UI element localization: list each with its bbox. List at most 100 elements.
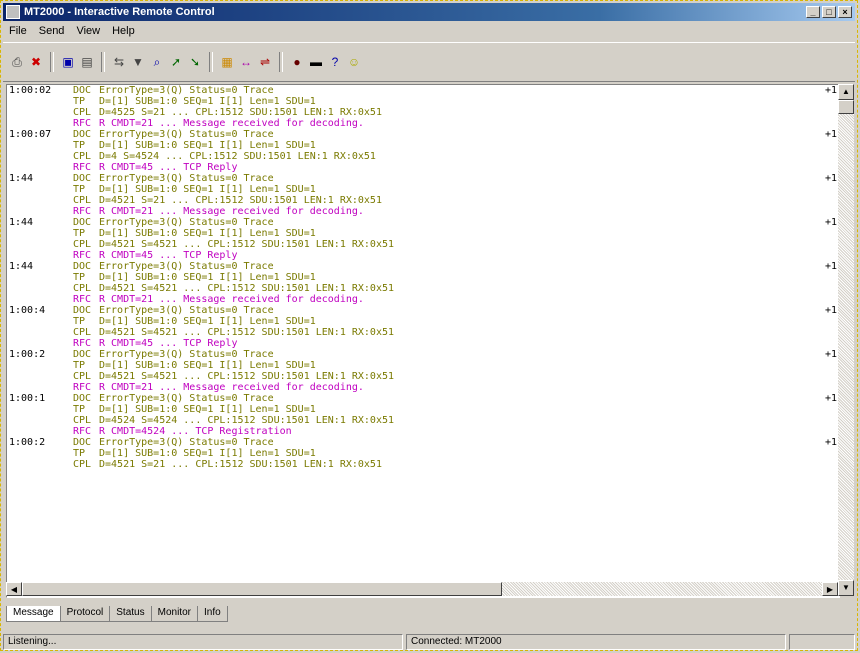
log-time: 1:00:2 xyxy=(9,437,46,448)
table-row[interactable]: CPL D=4 S=4524 ... CPL:1512 SDU:1501 LEN:… xyxy=(7,151,839,162)
table-row[interactable]: CPL D=4521 S=4521 ... CPL:1512 SDU:1501 L… xyxy=(7,283,839,294)
table-row[interactable]: CPL D=4521 S=21 ... CPL:1512 SDU:1501 LEN… xyxy=(7,459,839,470)
table-row[interactable]: CPL D=4521 S=4521 ... CPL:1512 SDU:1501 L… xyxy=(7,327,839,338)
table-row[interactable]: TP D=[1] SUB=1:0 SEQ=1 I[1] Len=1 SDU=1 xyxy=(7,184,839,195)
log-type: CPL xyxy=(73,107,92,118)
scroll-thumb[interactable] xyxy=(838,100,854,114)
log-type: CPL xyxy=(73,239,92,250)
log-message: ErrorType=3(Q) Status=0 Trace xyxy=(99,437,274,448)
about-icon[interactable]: ☺ xyxy=(346,54,362,70)
print-icon[interactable]: ⎙ xyxy=(9,54,25,70)
log-message: ErrorType=3(Q) Status=0 Trace xyxy=(99,129,274,140)
send-icon[interactable]: ➚ xyxy=(168,54,184,70)
log-view[interactable]: 1:00:02 DOC ErrorType=3(Q) Status=0 Trace +… xyxy=(6,84,840,598)
menu-file[interactable]: File xyxy=(3,25,33,37)
table-row[interactable]: RFC R CMDT=45 ... TCP Reply xyxy=(7,338,839,349)
log-type: TP xyxy=(73,404,86,415)
log-message: R CMDT=4524 ... TCP Registration xyxy=(99,426,292,437)
open-icon[interactable]: ▤ xyxy=(79,54,95,70)
table-row[interactable]: CPL D=4524 S=4524 ... CPL:1512 SDU:1501 L… xyxy=(7,415,839,426)
menu-help[interactable]: Help xyxy=(106,25,141,37)
table-row[interactable]: TP D=[1] SUB=1:0 SEQ=1 I[1] Len=1 SDU=1 xyxy=(7,228,839,239)
maximize-button[interactable]: □ xyxy=(822,6,836,18)
table-row[interactable]: 1:44 DOC ErrorType=3(Q) Status=0 Trace +1 xyxy=(7,173,839,184)
table-row[interactable]: 1:44 DOC ErrorType=3(Q) Status=0 Trace +1 xyxy=(7,217,839,228)
table-row[interactable]: TP D=[1] SUB=1:0 SEQ=1 I[1] Len=1 SDU=1 xyxy=(7,448,839,459)
record-icon[interactable]: ● xyxy=(289,54,305,70)
table-row[interactable]: CPL D=4525 S=21 ... CPL:1512 SDU:1501 LEN… xyxy=(7,107,839,118)
log-time: 1:00:02 xyxy=(9,85,52,96)
table-row[interactable]: RFC R CMDT=21 ... Message received for de… xyxy=(7,382,839,393)
table-row[interactable]: 1:00:07 DOC ErrorType=3(Q) Status=0 Trace +… xyxy=(7,129,839,140)
table-row[interactable]: CPL D=4521 S=4521 ... CPL:1512 SDU:1501 L… xyxy=(7,239,839,250)
log-type: TP xyxy=(73,228,86,239)
table-row[interactable]: RFC R CMDT=45 ... TCP Reply xyxy=(7,250,839,261)
clear-icon[interactable]: ✖ xyxy=(28,54,44,70)
menu-bar: File Send View Help xyxy=(3,22,855,40)
table-row[interactable]: 1:00:2 DOC ErrorType=3(Q) Status=0 Trace +1 xyxy=(7,349,839,360)
horizontal-scroll-thumb[interactable] xyxy=(22,582,502,596)
table-row[interactable]: TP D=[1] SUB=1:0 SEQ=1 I[1] Len=1 SDU=1 xyxy=(7,316,839,327)
log-time xyxy=(7,96,71,107)
tab-message[interactable]: Message xyxy=(6,606,61,622)
table-row[interactable]: 1:44 DOC ErrorType=3(Q) Status=0 Trace +1 xyxy=(7,261,839,272)
log-code xyxy=(795,272,839,283)
save-icon[interactable]: ▣ xyxy=(60,54,76,70)
minimize-button[interactable]: _ xyxy=(806,6,820,18)
filter-icon[interactable]: ▼ xyxy=(130,54,146,70)
log-message: ErrorType=3(Q) Status=0 Trace xyxy=(99,217,274,228)
table-row[interactable]: RFC R CMDT=21 ... Message received for de… xyxy=(7,206,839,217)
log-type: TP xyxy=(73,316,86,327)
log-time xyxy=(7,206,71,217)
stop-icon[interactable]: ↔ xyxy=(238,54,254,70)
log-type: DOC xyxy=(73,129,92,140)
help-icon[interactable]: ? xyxy=(327,54,343,70)
log-code xyxy=(795,195,839,206)
table-row[interactable]: 1:00:02 DOC ErrorType=3(Q) Status=0 Trace +… xyxy=(7,85,839,96)
table-row[interactable]: RFC R CMDT=21 ... Message received for de… xyxy=(7,118,839,129)
menu-view[interactable]: View xyxy=(70,25,106,37)
table-row[interactable]: RFC R CMDT=4524 ... TCP Registration xyxy=(7,426,839,437)
tab-protocol[interactable]: Protocol xyxy=(59,606,111,622)
horizontal-scrollbar[interactable]: ◀ ▶ xyxy=(6,582,838,596)
table-row[interactable]: RFC R CMDT=45 ... TCP Reply xyxy=(7,162,839,173)
log-message: D=[1] SUB=1:0 SEQ=1 I[1] Len=1 SDU=1 xyxy=(99,228,316,239)
log-type: RFC xyxy=(73,162,92,173)
log-type: TP xyxy=(73,96,86,107)
table-row[interactable]: 1:00:1 DOC ErrorType=3(Q) Status=0 Trace +1 xyxy=(7,393,839,404)
table-row[interactable]: TP D=[1] SUB=1:0 SEQ=1 I[1] Len=1 SDU=1 xyxy=(7,272,839,283)
table-row[interactable]: TP D=[1] SUB=1:0 SEQ=1 I[1] Len=1 SDU=1 xyxy=(7,404,839,415)
find-icon[interactable]: ⌕ xyxy=(149,54,165,70)
table-row[interactable]: CPL D=4521 S=4521 ... CPL:1512 SDU:1501 L… xyxy=(7,371,839,382)
tab-info[interactable]: Info xyxy=(196,606,228,622)
log-time xyxy=(7,184,71,195)
title-bar[interactable]: MT2000 - Interactive Remote Control _ □ … xyxy=(3,3,855,21)
table-row[interactable]: 1:00:2 DOC ErrorType=3(Q) Status=0 Trace +1 xyxy=(7,437,839,448)
vertical-scrollbar[interactable]: ▲ ▼ xyxy=(838,84,854,596)
scroll-up-button[interactable]: ▲ xyxy=(838,84,854,100)
zoom-icon[interactable]: ▬ xyxy=(308,54,324,70)
scroll-left-button[interactable]: ◀ xyxy=(6,582,22,596)
menu-send[interactable]: Send xyxy=(33,25,71,37)
log-message: ErrorType=3(Q) Status=0 Trace xyxy=(99,173,274,184)
table-row[interactable]: CPL D=4521 S=21 ... CPL:1512 SDU:1501 LEN… xyxy=(7,195,839,206)
log-time xyxy=(7,140,71,151)
close-button[interactable]: × xyxy=(838,6,852,18)
options-icon[interactable]: ⇌ xyxy=(257,54,273,70)
table-row[interactable]: 1:00:4 DOC ErrorType=3(Q) Status=0 Trace +1 xyxy=(7,305,839,316)
tab-monitor[interactable]: Monitor xyxy=(150,606,198,622)
table-row[interactable]: RFC R CMDT=21 ... Message received for de… xyxy=(7,294,839,305)
receive-icon[interactable]: ➘ xyxy=(187,54,203,70)
table-row[interactable]: TP D=[1] SUB=1:0 SEQ=1 I[1] Len=1 SDU=1 xyxy=(7,96,839,107)
tab-status[interactable]: Status xyxy=(109,606,152,622)
table-row[interactable]: TP D=[1] SUB=1:0 SEQ=1 I[1] Len=1 SDU=1 xyxy=(7,360,839,371)
scroll-down-button[interactable]: ▼ xyxy=(838,580,854,596)
trace-icon[interactable]: ▦ xyxy=(219,54,235,70)
log-type: DOC xyxy=(73,173,92,184)
scroll-right-button[interactable]: ▶ xyxy=(822,582,838,596)
table-row[interactable]: TP D=[1] SUB=1:0 SEQ=1 I[1] Len=1 SDU=1 xyxy=(7,140,839,151)
log-type: CPL xyxy=(73,459,92,470)
connect-icon[interactable]: ⇆ xyxy=(111,54,127,70)
log-type: RFC xyxy=(73,206,92,217)
log-code xyxy=(795,239,839,250)
